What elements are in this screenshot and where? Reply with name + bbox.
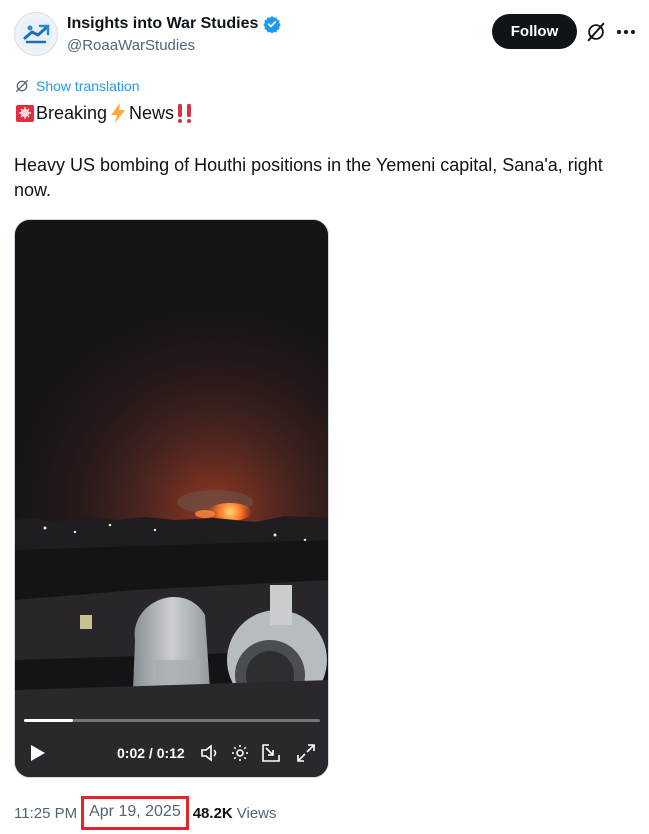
- verified-badge-icon: [263, 16, 282, 33]
- news-word: News: [129, 103, 175, 123]
- show-translation-link[interactable]: Show translation: [14, 78, 140, 94]
- volume-icon[interactable]: [199, 742, 221, 764]
- play-icon[interactable]: [27, 743, 47, 763]
- video-player[interactable]: [14, 219, 329, 778]
- translate-icon: [16, 80, 28, 92]
- show-translation-label: Show translation: [36, 78, 140, 94]
- breaking-news-line: Breaking News: [14, 101, 196, 125]
- video-time: 0:02 / 0:12: [117, 745, 185, 761]
- author-handle[interactable]: @RoaaWarStudies: [67, 36, 281, 56]
- tweet-date[interactable]: Apr 19, 2025: [81, 796, 189, 830]
- video-frame: [15, 220, 328, 777]
- tweet-meta: 11:25 PM Apr 19, 2025 48.2K Views: [14, 796, 277, 830]
- grok-icon[interactable]: [585, 21, 607, 43]
- breaking-word: Breaking: [36, 103, 108, 123]
- video-progress-fill: [24, 719, 74, 722]
- tweet-time[interactable]: 11:25 PM: [14, 805, 77, 822]
- avatar[interactable]: [14, 12, 58, 56]
- tweet-text: Heavy US bombing of Houthi positions in …: [14, 155, 603, 200]
- settings-gear-icon[interactable]: [229, 742, 251, 764]
- rotating-light-icon: [14, 102, 36, 124]
- lightning-icon: [107, 102, 129, 124]
- fullscreen-icon[interactable]: [295, 742, 317, 764]
- video-progress-bar[interactable]: [24, 719, 320, 722]
- logo-icon: [19, 17, 53, 51]
- author-block: Insights into War Studies @RoaaWarStudie…: [67, 14, 282, 56]
- more-options-icon[interactable]: [615, 22, 637, 42]
- double-exclamation-icon: [174, 102, 196, 124]
- views-count: 48.2K: [192, 804, 233, 822]
- views-label: Views: [236, 804, 277, 822]
- picture-in-picture-icon[interactable]: [260, 742, 282, 764]
- follow-button[interactable]: Follow: [492, 14, 577, 49]
- author-name[interactable]: Insights into War Studies: [67, 14, 258, 34]
